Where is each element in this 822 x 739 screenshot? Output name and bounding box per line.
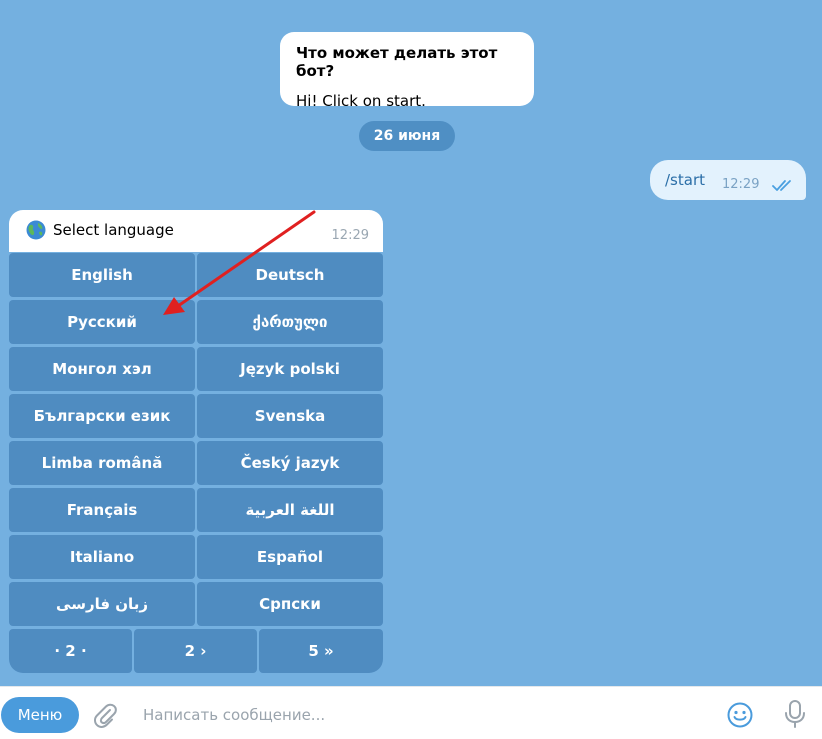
language-button[interactable]: Český jazyk xyxy=(197,441,383,485)
message-input[interactable] xyxy=(135,697,721,733)
pagination-last-page-button[interactable]: 5 » xyxy=(259,629,383,673)
globe-icon xyxy=(26,220,46,240)
language-button[interactable]: اللغة العربية xyxy=(197,488,383,532)
message-composer: Меню xyxy=(0,686,822,739)
smile-icon[interactable] xyxy=(726,701,754,729)
language-button[interactable]: Монгол хэл xyxy=(9,347,195,391)
paperclip-icon[interactable] xyxy=(91,701,119,729)
language-button[interactable]: زبان فارسی xyxy=(9,582,195,626)
menu-button[interactable]: Меню xyxy=(1,697,79,733)
pagination-next-page-button[interactable]: 2 › xyxy=(134,629,257,673)
language-button[interactable]: Deutsch xyxy=(197,253,383,297)
pagination-current-page-button[interactable]: · 2 · xyxy=(9,629,132,673)
language-button[interactable]: Српски xyxy=(197,582,383,626)
language-button[interactable]: Język polski xyxy=(197,347,383,391)
outgoing-message-time: 12:29 xyxy=(722,177,760,192)
language-button[interactable]: Italiano xyxy=(9,535,195,579)
bot-description-title: Что может делать этот бот? xyxy=(296,44,498,80)
double-check-icon xyxy=(772,180,791,191)
language-button[interactable]: English xyxy=(9,253,195,297)
outgoing-message-text: /start xyxy=(665,171,705,189)
language-button[interactable]: Русский xyxy=(9,300,195,344)
language-button[interactable]: Español xyxy=(197,535,383,579)
bot-description-text: Hi! Click on start. xyxy=(296,92,426,110)
incoming-message-text: Select language xyxy=(53,221,174,239)
incoming-message-bubble: Select language 12:29 xyxy=(9,210,383,252)
language-button[interactable]: Limba română xyxy=(9,441,195,485)
microphone-icon[interactable] xyxy=(782,699,808,729)
language-button[interactable]: Svenska xyxy=(197,394,383,438)
incoming-message-time: 12:29 xyxy=(331,228,369,243)
outgoing-message-bubble: /start 12:29 xyxy=(650,160,806,200)
language-button[interactable]: Français xyxy=(9,488,195,532)
date-separator: 26 июня xyxy=(359,121,455,151)
language-button[interactable]: ქართული xyxy=(197,300,383,344)
bot-description-card: Что может делать этот бот? Hi! Click on … xyxy=(280,32,534,110)
language-button[interactable]: Български език xyxy=(9,394,195,438)
